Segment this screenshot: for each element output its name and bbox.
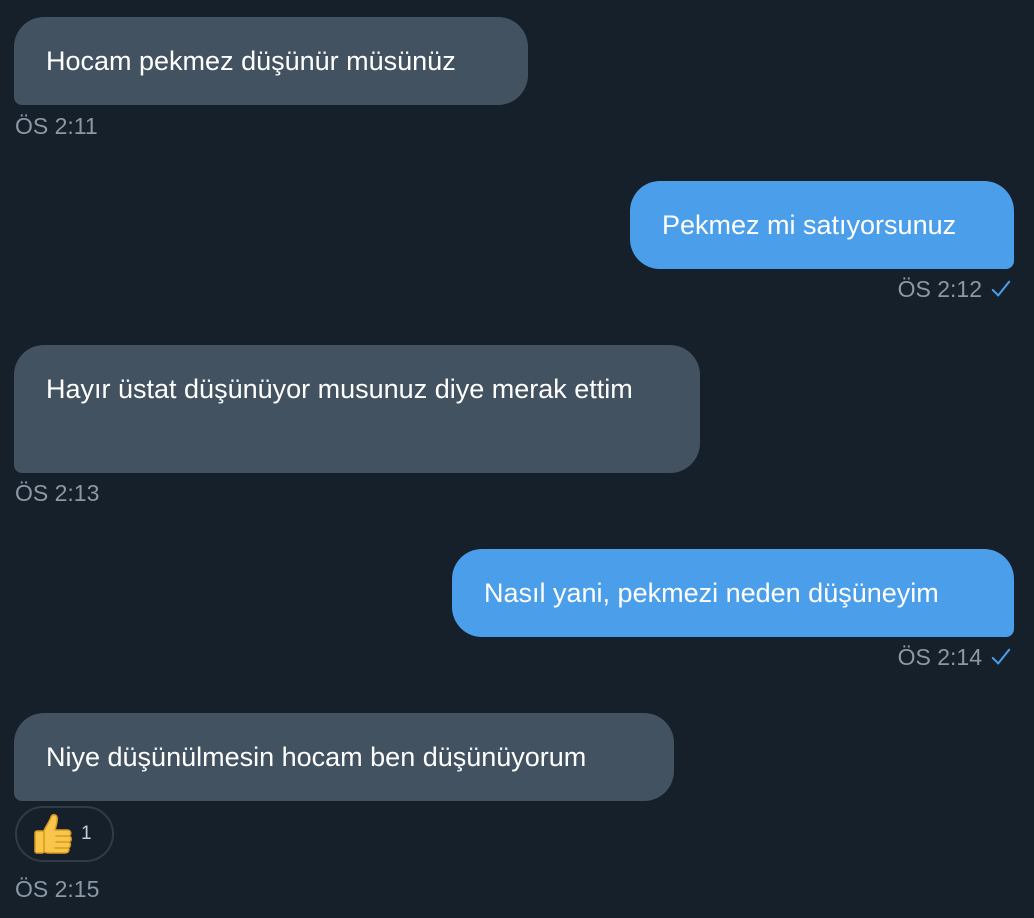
- message-text: Niye düşünülmesin hocam ben düşünüyorum: [46, 742, 587, 772]
- check-icon: [991, 280, 1011, 297]
- message-timestamp: ÖS 2:13: [15, 480, 100, 506]
- message-timestamp: ÖS 2:11: [15, 113, 98, 139]
- reaction-count: 1: [81, 823, 92, 844]
- message-timestamp: ÖS 2:12: [897, 276, 982, 302]
- reaction-pill[interactable]: 1: [15, 806, 114, 862]
- incoming-message-bubble[interactable]: Niye düşünülmesin hocam ben düşünüyorum: [14, 713, 674, 801]
- incoming-message-bubble[interactable]: Hayır üstat düşünüyor musunuz diye merak…: [14, 345, 700, 473]
- message-text: Hocam pekmez düşünür müsünüz: [46, 46, 456, 76]
- message-timestamp: ÖS 2:15: [15, 876, 100, 902]
- outgoing-message-bubble[interactable]: Pekmez mi satıyorsunuz: [630, 181, 1014, 269]
- check-icon: [991, 648, 1011, 665]
- message-text: Nasıl yani, pekmezi neden düşüneyim: [484, 578, 939, 608]
- outgoing-message-bubble[interactable]: Nasıl yani, pekmezi neden düşüneyim: [452, 549, 1014, 637]
- message-status-row: ÖS 2:12: [898, 275, 1012, 303]
- message-status-row: ÖS 2:14: [898, 643, 1012, 671]
- thumbs-up-icon: [34, 814, 72, 854]
- message-text: Pekmez mi satıyorsunuz: [662, 210, 957, 240]
- message-text: Hayır üstat düşünüyor musunuz diye merak…: [46, 374, 633, 404]
- message-thread: Hocam pekmez düşünür müsünüz ÖS 2:11 Pek…: [0, 0, 1034, 918]
- message-timestamp: ÖS 2:14: [897, 644, 982, 670]
- incoming-message-bubble[interactable]: Hocam pekmez düşünür müsünüz: [14, 17, 528, 105]
